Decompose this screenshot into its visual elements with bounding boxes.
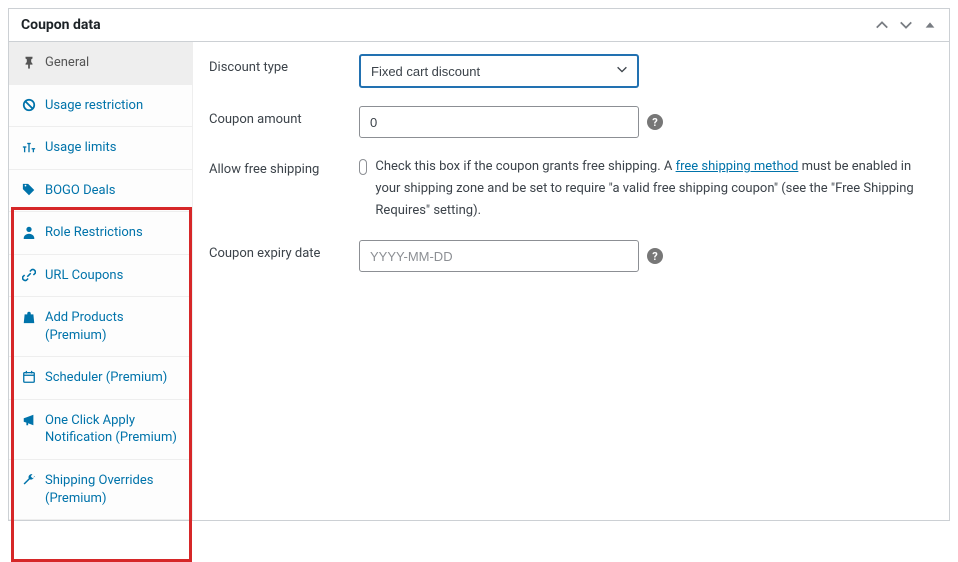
tab-label: Role Restrictions [45,224,180,242]
panel-controls [875,18,937,32]
free-shipping-description: Check this box if the coupon grants free… [375,156,919,222]
tab-one-click-apply[interactable]: One Click Apply Notification (Premium) [9,400,192,460]
ban-icon [21,98,37,112]
tab-label: General [45,54,180,72]
sidebar: General Usage restriction Usage limits B… [9,42,193,520]
discount-type-select-wrap: Fixed cart discount [359,54,639,88]
panel-title: Coupon data [21,17,101,33]
tab-bogo-deals[interactable]: BOGO Deals [9,170,192,213]
tab-shipping-overrides[interactable]: Shipping Overrides (Premium) [9,460,192,520]
calendar-icon [21,370,37,384]
panel-body: General Usage restriction Usage limits B… [9,42,949,520]
row-free-shipping: Allow free shipping Check this box if th… [209,156,929,222]
tab-url-coupons[interactable]: URL Coupons [9,255,192,298]
free-shipping-method-link[interactable]: free shipping method [676,159,799,174]
bag-icon [21,310,37,324]
discount-type-select[interactable]: Fixed cart discount [359,54,639,88]
row-coupon-amount: Coupon amount ? [209,106,929,138]
tab-label: Add Products (Premium) [45,309,180,344]
tab-label: Shipping Overrides (Premium) [45,472,180,507]
tab-label: BOGO Deals [45,182,180,200]
coupon-data-panel: Coupon data General Usage restriction Us… [8,8,950,521]
field-label: Discount type [209,54,359,75]
megaphone-icon [21,413,37,427]
tab-usage-restriction[interactable]: Usage restriction [9,85,192,128]
tab-label: Scheduler (Premium) [45,369,180,387]
expiry-date-input[interactable] [359,240,639,272]
help-icon[interactable]: ? [647,114,663,130]
free-shipping-checkbox[interactable] [359,159,367,175]
panel-header: Coupon data [9,9,949,42]
user-icon [21,225,37,239]
pushpin-icon [21,55,37,69]
tab-content-general: Discount type Fixed cart discount Coupon… [193,42,949,520]
wrench-icon [21,473,37,487]
tab-label: URL Coupons [45,267,180,285]
row-expiry-date: Coupon expiry date ? [209,240,929,272]
tab-add-products[interactable]: Add Products (Premium) [9,297,192,357]
link-icon [21,268,37,282]
panel-collapse-icon[interactable] [923,18,937,32]
tab-role-restrictions[interactable]: Role Restrictions [9,212,192,255]
tab-label: Usage restriction [45,97,180,115]
field-label: Coupon amount [209,106,359,127]
tags-icon [21,183,37,197]
tab-scheduler[interactable]: Scheduler (Premium) [9,357,192,400]
tab-label: Usage limits [45,139,180,157]
row-discount-type: Discount type Fixed cart discount [209,54,929,88]
tab-usage-limits[interactable]: Usage limits [9,127,192,170]
levels-icon [21,140,37,154]
tab-label: One Click Apply Notification (Premium) [45,412,180,447]
field-label: Allow free shipping [209,156,359,177]
field-label: Coupon expiry date [209,240,359,261]
help-icon[interactable]: ? [647,248,663,264]
tab-general[interactable]: General [9,42,192,85]
coupon-amount-input[interactable] [359,106,639,138]
panel-move-down-icon[interactable] [899,18,913,32]
panel-move-up-icon[interactable] [875,18,889,32]
